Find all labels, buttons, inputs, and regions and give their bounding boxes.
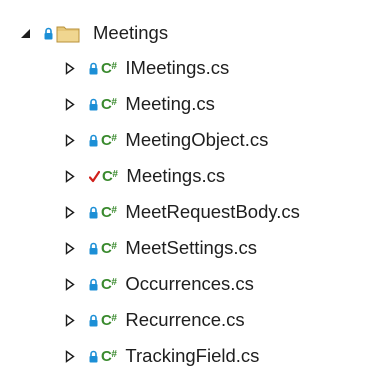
lock-icon <box>89 133 98 147</box>
collapsed-triangle-icon[interactable] <box>63 97 77 111</box>
file-label: MeetRequestBody.cs <box>125 200 300 222</box>
csharp-file-icon: C# <box>101 311 117 329</box>
lock-icon <box>44 26 53 40</box>
collapsed-triangle-icon[interactable] <box>63 133 77 147</box>
file-label: IMeetings.cs <box>125 56 230 78</box>
file-label: TrackingField.cs <box>125 344 260 366</box>
lock-icon <box>89 97 98 111</box>
lock-icon <box>89 61 98 75</box>
csharp-file-icon: C# <box>101 239 117 257</box>
lock-icon <box>89 277 98 291</box>
csharp-file-icon: C# <box>101 347 117 365</box>
file-label: MeetingObject.cs <box>125 128 269 150</box>
tree-item-file[interactable]: C# Recurrence.cs <box>63 302 245 338</box>
folder-icon <box>56 23 80 43</box>
csharp-file-icon: C# <box>101 59 117 77</box>
lock-icon <box>89 313 98 327</box>
tree-item-file[interactable]: C# MeetSettings.cs <box>63 230 257 266</box>
csharp-file-icon: C# <box>101 275 117 293</box>
checked-out-icon <box>89 169 100 183</box>
file-label: Occurrences.cs <box>125 272 254 294</box>
file-label: Recurrence.cs <box>125 308 245 330</box>
collapsed-triangle-icon[interactable] <box>63 277 77 291</box>
lock-icon <box>89 349 98 363</box>
tree-item-file[interactable]: C# Occurrences.cs <box>63 266 254 302</box>
file-label: Meeting.cs <box>125 92 215 114</box>
collapsed-triangle-icon[interactable] <box>63 205 77 219</box>
expanded-triangle-icon[interactable] <box>18 26 32 40</box>
tree-item-file[interactable]: C# Meetings.cs <box>63 158 225 194</box>
collapsed-triangle-icon[interactable] <box>63 61 77 75</box>
file-label: MeetSettings.cs <box>125 236 258 258</box>
collapsed-triangle-icon[interactable] <box>63 169 77 183</box>
collapsed-triangle-icon[interactable] <box>63 349 77 363</box>
csharp-file-icon: C# <box>101 203 117 221</box>
tree-item-meetings-folder[interactable]: Meetings <box>18 15 168 51</box>
csharp-file-icon: C# <box>102 167 118 185</box>
tree-item-file[interactable]: C# MeetingObject.cs <box>63 122 268 158</box>
csharp-file-icon: C# <box>101 131 117 149</box>
tree-item-file[interactable]: C# IMeetings.cs <box>63 50 229 86</box>
file-label: Meetings.cs <box>126 164 226 186</box>
tree-item-file[interactable]: C# Meeting.cs <box>63 86 215 122</box>
folder-label: Meetings <box>93 21 169 43</box>
lock-icon <box>89 241 98 255</box>
tree-item-file[interactable]: C# MeetRequestBody.cs <box>63 194 300 230</box>
csharp-file-icon: C# <box>101 95 117 113</box>
lock-icon <box>89 205 98 219</box>
collapsed-triangle-icon[interactable] <box>63 313 77 327</box>
solution-explorer-tree: Meetings C# IMeetings.cs C# Meeting.cs C… <box>0 0 377 374</box>
tree-item-file[interactable]: C# TrackingField.cs <box>63 338 259 374</box>
collapsed-triangle-icon[interactable] <box>63 241 77 255</box>
